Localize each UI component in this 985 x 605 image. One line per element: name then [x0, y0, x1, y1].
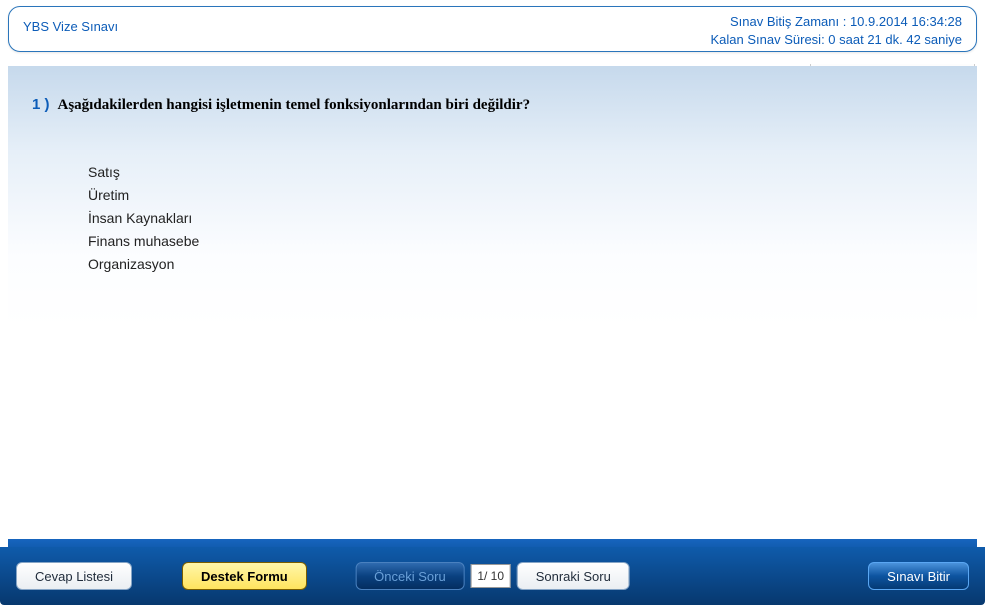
finish-exam-button[interactable]: Sınavı Bitir — [868, 562, 969, 590]
exam-title: YBS Vize Sınavı — [23, 13, 118, 34]
pager-display: 1/ 10 — [471, 564, 511, 588]
question-options: Satış Üretim İnsan Kaynakları Finans muh… — [88, 162, 953, 275]
next-question-button[interactable]: Sonraki Soru — [517, 562, 630, 590]
option-item[interactable]: İnsan Kaynakları — [88, 208, 953, 229]
option-item[interactable]: Üretim — [88, 185, 953, 206]
support-form-button[interactable]: Destek Formu — [182, 562, 307, 590]
option-item[interactable]: Satış — [88, 162, 953, 183]
option-item[interactable]: Organizasyon — [88, 254, 953, 275]
exam-header: YBS Vize Sınavı Sınav Bitiş Zamanı : 10.… — [8, 6, 977, 52]
prev-question-button[interactable]: Önceki Soru — [355, 562, 465, 590]
question-number: 1 ) — [32, 96, 50, 113]
question-panel: 1 ) Aşağıdakilerden hangisi işletmenin t… — [8, 66, 977, 543]
question-line: 1 ) Aşağıdakilerden hangisi işletmenin t… — [32, 96, 953, 114]
exam-remaining-time: Kalan Sınav Süresi: 0 saat 21 dk. 42 san… — [711, 31, 963, 49]
question-text: Aşağıdakilerden hangisi işletmenin temel… — [58, 97, 531, 114]
option-item[interactable]: Finans muhasebe — [88, 231, 953, 252]
footer-toolbar: Cevap Listesi Destek Formu Önceki Soru 1… — [0, 547, 985, 605]
answers-list-button[interactable]: Cevap Listesi — [16, 562, 132, 590]
exam-timers: Sınav Bitiş Zamanı : 10.9.2014 16:34:28 … — [711, 13, 963, 49]
exam-end-time: Sınav Bitiş Zamanı : 10.9.2014 16:34:28 — [711, 13, 963, 31]
